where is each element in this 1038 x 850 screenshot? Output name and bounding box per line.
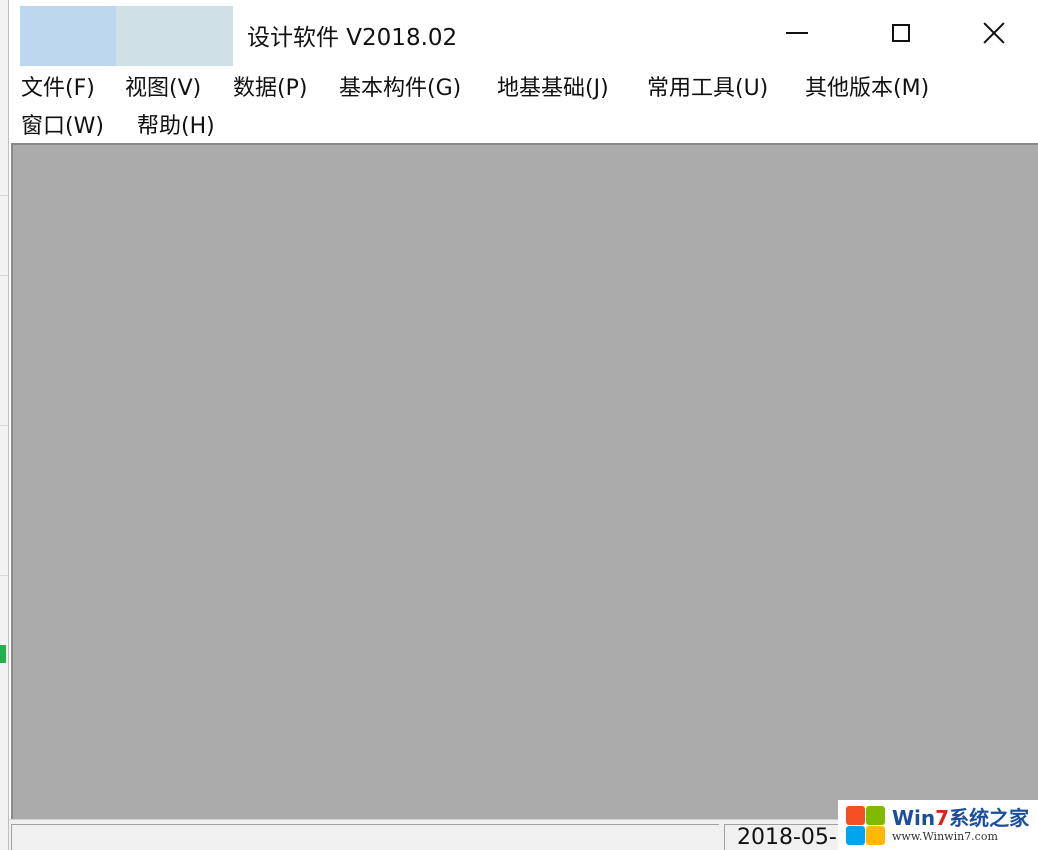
maximize-icon xyxy=(892,24,910,42)
minimize-button[interactable] xyxy=(751,0,843,66)
minimize-icon xyxy=(786,32,808,34)
windows-logo-icon xyxy=(842,802,888,848)
mdi-client-area[interactable] xyxy=(11,143,1038,819)
menu-foundation[interactable]: 地基基础(J) xyxy=(497,70,609,102)
watermark-brand: Win7系统之家 xyxy=(892,806,1030,830)
close-button[interactable] xyxy=(948,0,1038,66)
site-watermark: Win7系统之家 www.Winwin7.com xyxy=(838,800,1038,850)
menu-window[interactable]: 窗口(W) xyxy=(21,108,104,140)
status-date: 2018-05-0 xyxy=(737,825,851,850)
watermark-text: Win7系统之家 www.Winwin7.com xyxy=(892,808,1029,842)
menu-bar: 文件(F) 视图(V) 数据(P) 基本构件(G) 地基基础(J) 常用工具(U… xyxy=(9,66,1038,142)
menu-data[interactable]: 数据(P) xyxy=(233,70,307,102)
window-title: 设计软件 V2018.02 xyxy=(247,25,458,51)
desktop-green-marker xyxy=(0,645,6,663)
status-pane-main xyxy=(11,824,719,850)
menu-other-versions[interactable]: 其他版本(M) xyxy=(805,70,929,102)
close-icon xyxy=(983,22,1005,44)
maximize-button[interactable] xyxy=(855,0,947,66)
menu-common-tools[interactable]: 常用工具(U) xyxy=(647,70,768,102)
title-bar[interactable]: 设计软件 V2018.02 xyxy=(9,0,1038,76)
menu-help[interactable]: 帮助(H) xyxy=(137,108,215,140)
app-window: 设计软件 V2018.02 文件(F) 视图(V) 数据(P) 基本构件(G) … xyxy=(8,0,1038,850)
menu-file[interactable]: 文件(F) xyxy=(21,70,95,102)
watermark-url: www.Winwin7.com xyxy=(892,830,998,843)
menu-view[interactable]: 视图(V) xyxy=(125,70,201,102)
menu-basic-components[interactable]: 基本构件(G) xyxy=(339,70,461,102)
